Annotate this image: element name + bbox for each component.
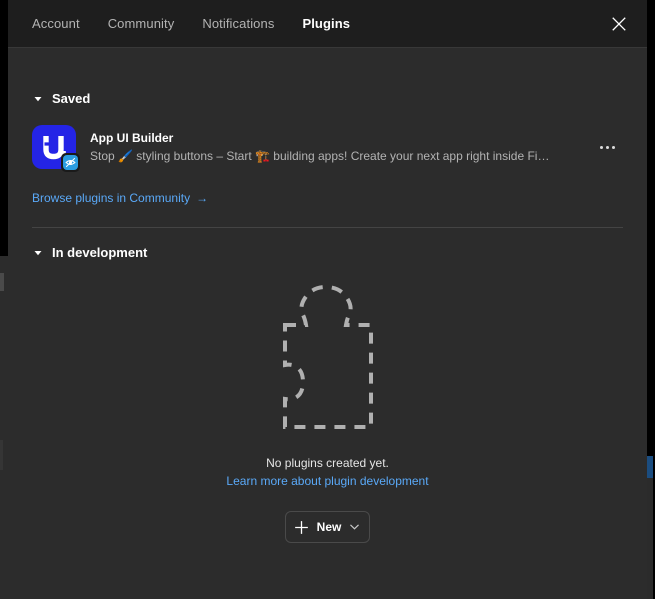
background-left-highlight: [0, 273, 4, 291]
close-icon: [612, 16, 626, 31]
plugin-icon-wrapper: [32, 125, 80, 172]
tab-plugins[interactable]: Plugins: [302, 17, 350, 30]
caret-down-icon: [32, 247, 44, 259]
in-development-section-header[interactable]: In development: [32, 246, 623, 259]
saved-section-header[interactable]: Saved: [32, 92, 623, 105]
in-development-section-title: In development: [52, 245, 148, 260]
caret-down-icon: [32, 93, 44, 105]
new-plugin-button[interactable]: New: [284, 511, 371, 543]
tab-community[interactable]: Community: [108, 17, 175, 30]
browse-plugins-in-community-link[interactable]: Browse plugins in Community →: [32, 192, 208, 204]
tab-account[interactable]: Account: [32, 17, 80, 30]
settings-modal: Account Community Notifications Plugins: [8, 0, 647, 599]
background-left-strip: [0, 256, 8, 599]
new-plugin-button-label: New: [316, 520, 342, 534]
app-root: Account Community Notifications Plugins: [0, 0, 655, 599]
learn-more-plugin-development-link[interactable]: Learn more about plugin development: [226, 473, 428, 489]
in-development-empty-state: No plugins created yet. Learn more about…: [32, 281, 623, 543]
puzzle-piece-dashed-icon: [282, 284, 373, 429]
close-button[interactable]: [605, 10, 633, 38]
tab-notifications[interactable]: Notifications: [202, 17, 274, 30]
plugins-panel-body: Saved App UI Builder Stop 🖌️ styling but…: [8, 48, 647, 599]
eye-slash-icon: [65, 157, 76, 168]
more-horizontal-icon: [598, 145, 616, 149]
empty-state-title: No plugins created yet.: [266, 456, 389, 470]
chevron-down-icon: [349, 522, 359, 532]
plugin-badge: [61, 153, 80, 172]
arrow-right-icon: →: [196, 191, 209, 205]
browse-link-label: Browse plugins in Community: [32, 191, 191, 205]
plugin-description: Stop 🖌️ styling buttons – Start 🏗️ build…: [90, 149, 550, 163]
plus-icon: [294, 519, 310, 535]
modal-tabbar: Account Community Notifications Plugins: [8, 0, 647, 48]
section-divider: [32, 227, 623, 228]
plugin-badge-inner: [63, 155, 78, 170]
background-left-accent: [0, 440, 3, 470]
saved-section-title: Saved: [52, 91, 91, 106]
plugin-text: App UI Builder Stop 🖌️ styling buttons –…: [90, 130, 593, 164]
plugin-name: App UI Builder: [90, 131, 174, 145]
plugin-more-options-button[interactable]: [593, 133, 621, 161]
plugin-row-app-ui-builder[interactable]: App UI Builder Stop 🖌️ styling buttons –…: [32, 121, 623, 173]
